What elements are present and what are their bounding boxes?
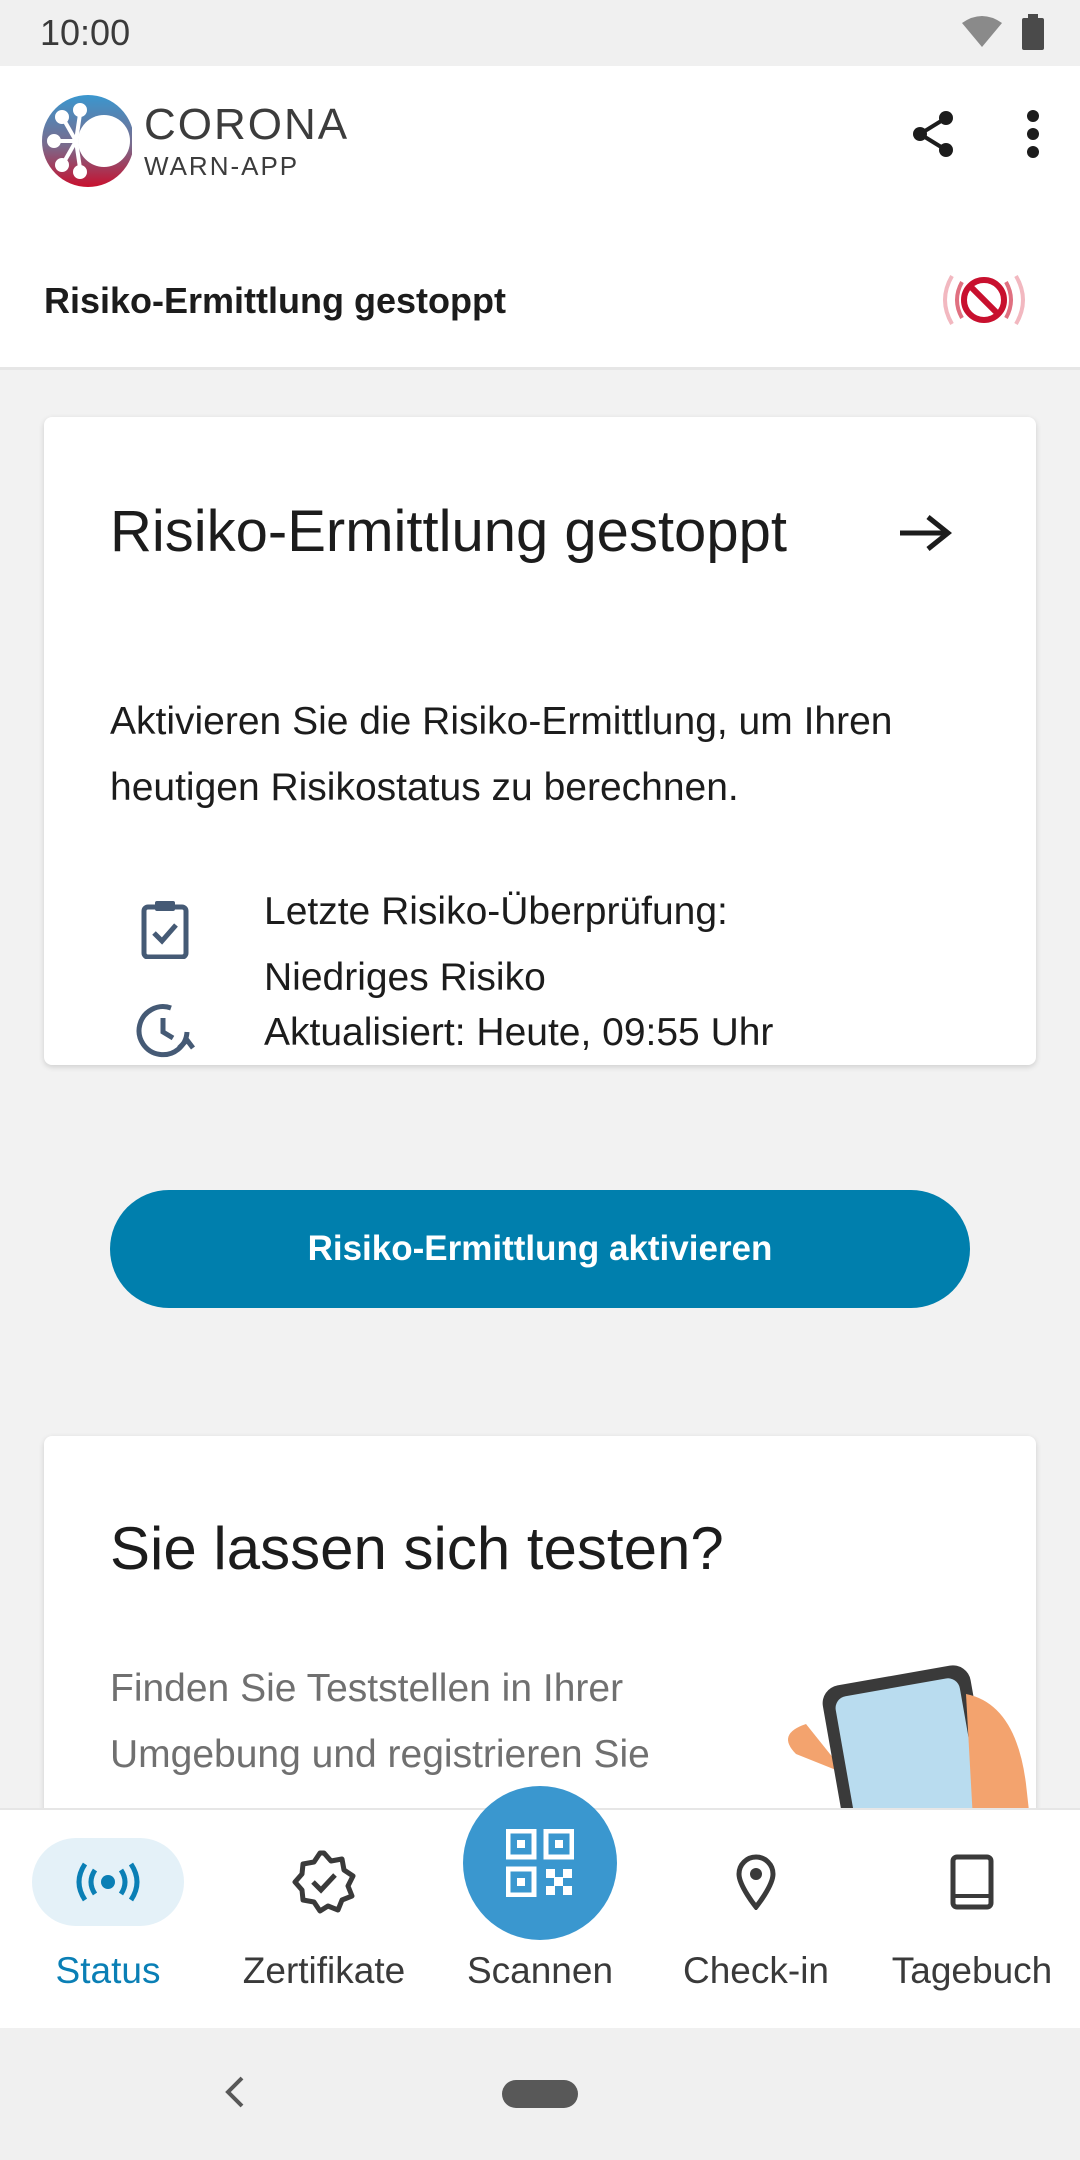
nav-status-label: Status [55,1950,161,1991]
risk-status-label: Risiko-Ermittlung gestoppt [44,280,506,321]
app-bar: CORONA WARN-APP [0,66,1080,242]
tracing-off-icon [936,262,1032,343]
risk-card-description: Aktivieren Sie die Risiko-Ermittlung, um… [110,700,893,809]
nav-checkin[interactable]: Check-in [648,1810,864,2030]
more-vert-icon[interactable] [1026,110,1040,163]
activate-tracing-button[interactable]: Risiko-Ermittlung aktivieren [110,1190,970,1308]
nav-status[interactable]: Status [0,1810,216,2030]
logo-subtitle: WARN-APP [144,151,300,181]
nav-diary-label: Tagebuch [891,1950,1053,1991]
last-check-row: Letzte Risiko-Überprüfung: Niedriges Ris… [110,879,824,1011]
share-icon[interactable] [912,110,956,163]
last-check-text: Letzte Risiko-Überprüfung: Niedriges Ris… [264,890,728,999]
test-card-description: Finden Sie Teststellen in Ihrer Umgebung… [110,1667,650,1776]
book-icon [896,1838,1048,1926]
scan-fab-button[interactable] [463,1786,617,1940]
updated-row: Aktualisiert: Heute, 09:55 Uhr [110,1000,773,1066]
calendar-check-icon [110,879,220,959]
test-card[interactable]: Sie lassen sich testen? Finden Sie Tests… [44,1436,1036,1808]
risk-status-bar[interactable]: Risiko-Ermittlung gestoppt [0,242,1080,370]
certificate-icon [248,1838,400,1926]
main-content[interactable]: Risiko-Ermittlung gestoppt Aktivieren Si… [0,373,1080,1808]
nav-diary[interactable]: Tagebuch [864,1810,1080,2030]
updated-text: Aktualisiert: Heute, 09:55 Uhr [264,1011,774,1054]
clock-refresh-icon [110,1000,220,1060]
status-time: 10:00 [40,12,131,53]
battery-icon [1022,14,1044,55]
location-pin-icon [680,1838,832,1926]
arrow-forward-icon[interactable] [898,513,953,558]
bottom-navigation: Status Zertifikate Scannen Check-in Tage… [0,1786,1080,2030]
wifi-icon [960,15,1004,54]
back-icon[interactable] [220,2072,250,2117]
nav-certificates[interactable]: Zertifikate [216,1810,432,2030]
corona-logo-icon [42,95,132,187]
nav-scan-label: Scannen [466,1950,614,1991]
app-logo: CORONA WARN-APP [42,92,349,190]
risk-card[interactable]: Risiko-Ermittlung gestoppt Aktivieren Si… [44,417,1036,1308]
system-navigation-bar [0,2028,1080,2160]
logo-title: CORONA [144,100,350,149]
radar-icon [32,1838,184,1926]
home-pill[interactable] [502,2080,578,2108]
test-card-title: Sie lassen sich testen? [110,1515,724,1582]
phone-hand-illustration [776,1664,1036,1808]
risk-card-title: Risiko-Ermittlung gestoppt [110,499,787,564]
status-bar: 10:00 [0,0,1080,66]
nav-certificates-label: Zertifikate [242,1950,406,1991]
nav-checkin-label: Check-in [683,1950,829,1991]
qr-code-icon [506,1829,574,1897]
nav-scan[interactable]: Scannen [432,1786,648,2030]
